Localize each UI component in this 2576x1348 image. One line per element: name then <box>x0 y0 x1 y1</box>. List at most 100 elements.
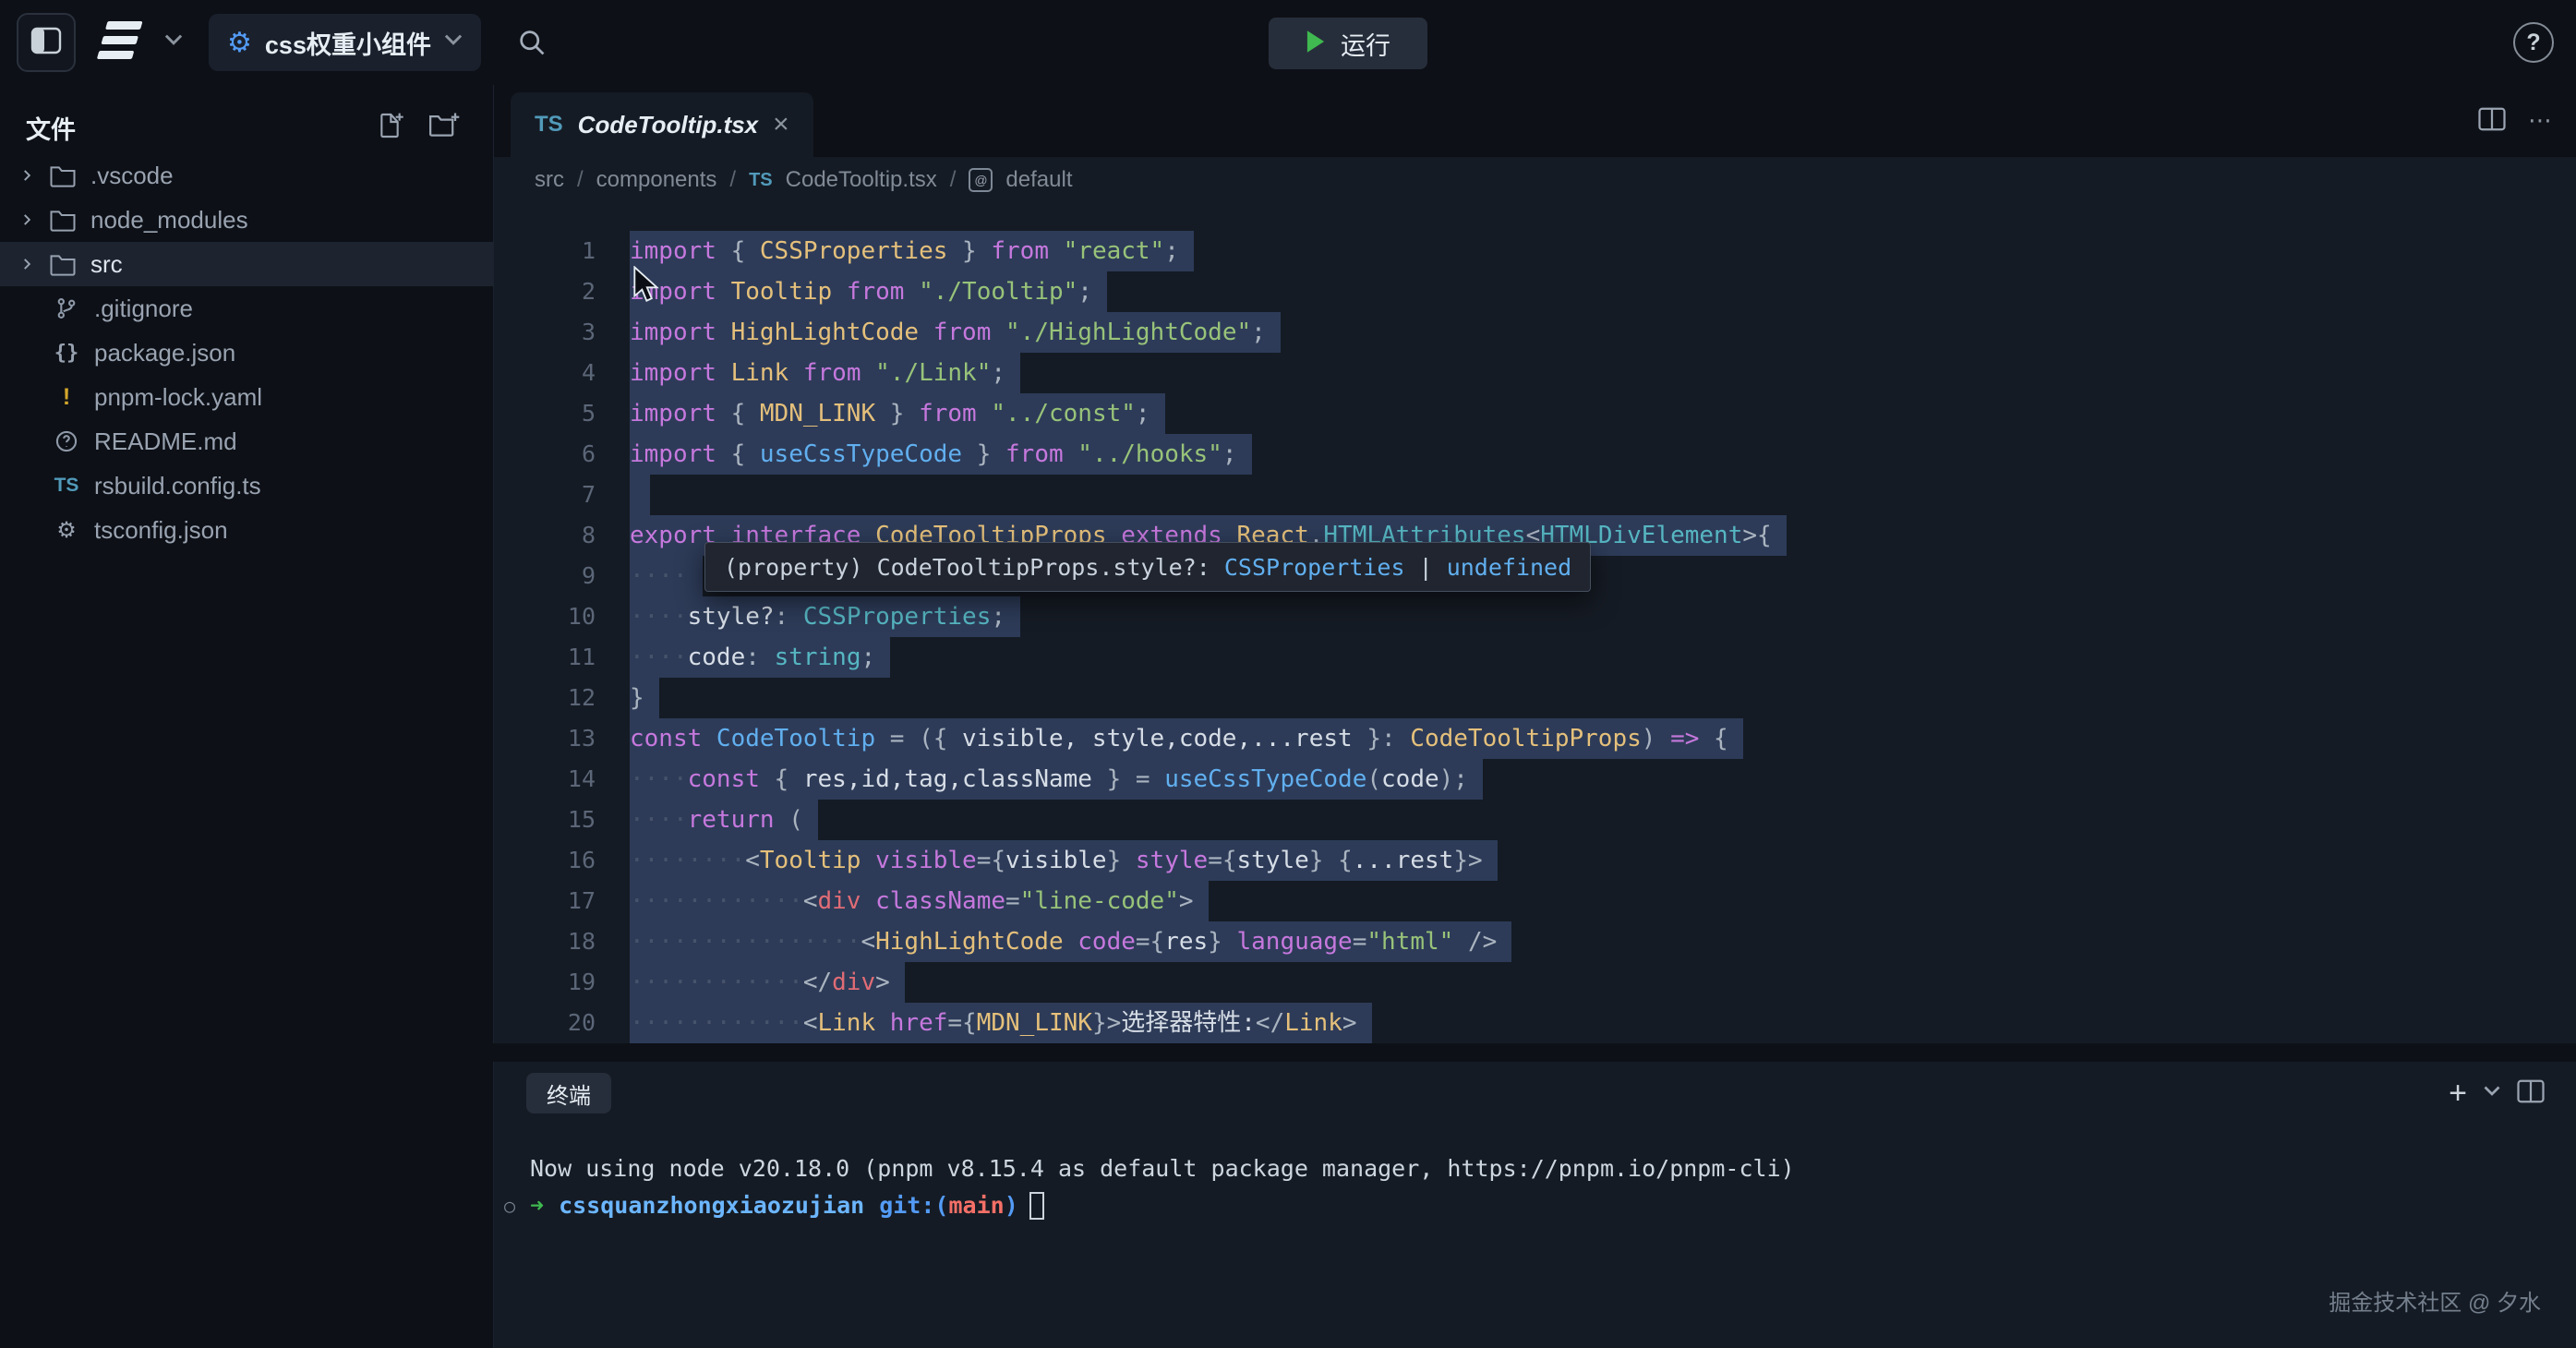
breadcrumb-separator: / <box>729 167 736 193</box>
split-editor-button[interactable] <box>2478 107 2506 136</box>
code-line-17[interactable]: ············<div className="line-code"> <box>630 881 1787 921</box>
mouse-cursor-icon <box>632 266 660 309</box>
tree-item-tsconfig.json[interactable]: ⚙tsconfig.json <box>0 508 493 552</box>
chevron-down-icon <box>2484 1085 2500 1101</box>
tree-item-label: .vscode <box>90 162 174 190</box>
line-number: 2 <box>494 271 596 312</box>
git-icon <box>50 296 83 320</box>
code-line-13[interactable]: const CodeTooltip = ({ visible, style,co… <box>630 718 1787 759</box>
tree-item-label: src <box>90 250 123 279</box>
more-actions-button[interactable]: ⋯ <box>2528 107 2552 135</box>
tree-item-src[interactable]: src <box>0 242 493 286</box>
app-logo-icon <box>92 17 151 69</box>
play-icon <box>1306 30 1326 58</box>
terminal-dropdown-button[interactable] <box>2484 1085 2500 1101</box>
tree-item-.vscode[interactable]: .vscode <box>0 153 493 198</box>
tree-item-label: node_modules <box>90 206 248 235</box>
terminal-tab[interactable]: 终端 <box>526 1073 611 1113</box>
help-button[interactable]: ? <box>2513 22 2554 63</box>
code-line-19[interactable]: ············</div> <box>630 962 1787 1003</box>
terminal-content[interactable]: Now using node v20.18.0 (pnpm v8.15.4 as… <box>530 1150 1795 1224</box>
project-name: css权重小组件 <box>265 25 431 61</box>
typescript-icon: TS <box>749 170 773 191</box>
editor-pane: TS CodeTooltip.tsx × ⋯ src / components … <box>493 85 2576 1043</box>
code-content[interactable]: import { CSSProperties } from "react";im… <box>630 231 1787 1043</box>
breadcrumb-separator: / <box>950 167 957 193</box>
code-line-4[interactable]: import Link from "./Link"; <box>630 353 1787 393</box>
line-number: 20 <box>494 1003 596 1043</box>
folder-icon <box>46 253 79 276</box>
search-icon <box>516 46 548 62</box>
line-number: 12 <box>494 678 596 718</box>
project-selector[interactable]: ⚙ css权重小组件 <box>209 14 481 71</box>
hover-tooltip: (property) CodeTooltipProps.style?: CSSP… <box>704 542 1591 592</box>
code-line-10[interactable]: ····style?: CSSProperties; <box>630 596 1787 637</box>
line-number: 13 <box>494 718 596 759</box>
code-line-15[interactable]: ····return ( <box>630 800 1787 840</box>
braces-icon: {} <box>50 342 83 365</box>
new-file-button[interactable] <box>375 111 404 145</box>
split-editor-icon <box>2478 119 2506 135</box>
tree-item-label: rsbuild.config.ts <box>94 472 261 500</box>
split-terminal-button[interactable] <box>2517 1079 2545 1108</box>
code-line-2[interactable]: import Tooltip from "./Tooltip"; <box>630 271 1787 312</box>
prompt-cwd: cssquanzhongxiaozujian <box>559 1187 864 1224</box>
code-line-1[interactable]: import { CSSProperties } from "react"; <box>630 231 1787 271</box>
tree-item-label: pnpm-lock.yaml <box>94 383 262 412</box>
chevron-right-icon <box>18 167 46 184</box>
warn-icon: ! <box>50 384 83 411</box>
prompt-arrow: ➜ <box>530 1187 544 1224</box>
watermark: 掘金技术社区 @ 夕水 <box>2329 1284 2541 1317</box>
status-circle-icon: ○ <box>504 1187 515 1224</box>
terminal-prompt-line: ○ ➜ cssquanzhongxiaozujian git:(main) <box>530 1187 1795 1224</box>
symbol-icon: @ <box>969 168 993 192</box>
tree-item-.gitignore[interactable]: .gitignore <box>0 286 493 331</box>
breadcrumb-src[interactable]: src <box>535 167 564 193</box>
breadcrumb-symbol-default[interactable]: default <box>1005 167 1072 193</box>
new-folder-button[interactable] <box>428 111 460 145</box>
prompt-git-suffix: ) <box>1005 1187 1018 1224</box>
code-line-11[interactable]: ····code: string; <box>630 637 1787 678</box>
line-number: 16 <box>494 840 596 881</box>
line-number: 9 <box>494 556 596 596</box>
gear-icon: ⚙ <box>50 517 83 543</box>
code-line-14[interactable]: ····const { res,id,tag,className } = use… <box>630 759 1787 800</box>
search-button[interactable] <box>515 27 548 60</box>
app-logo-menu[interactable] <box>92 18 183 66</box>
line-number: 3 <box>494 312 596 353</box>
close-icon[interactable]: × <box>773 111 789 138</box>
code-line-7[interactable] <box>630 475 1787 515</box>
sidebar-toggle-button[interactable] <box>17 13 76 72</box>
line-number: 19 <box>494 962 596 1003</box>
tab-codetooltip[interactable]: TS CodeTooltip.tsx × <box>511 92 813 157</box>
code-line-12[interactable]: } <box>630 678 1787 718</box>
line-number-gutter: 1234567891011121314151617181920 <box>494 231 596 1043</box>
code-line-6[interactable]: import { useCssTypeCode } from "../hooks… <box>630 434 1787 475</box>
tree-item-package.json[interactable]: {}package.json <box>0 331 493 375</box>
terminal-panel: 终端 + Now using node v20.18.0 (pnpm v8.15… <box>493 1062 2576 1348</box>
code-line-20[interactable]: ············<Link href={MDN_LINK}>选择器特性:… <box>630 1003 1787 1043</box>
panel-left-icon <box>30 27 62 59</box>
code-line-3[interactable]: import HighLightCode from "./HighLightCo… <box>630 312 1787 353</box>
line-number: 8 <box>494 515 596 556</box>
line-number: 15 <box>494 800 596 840</box>
breadcrumb-file[interactable]: CodeTooltip.tsx <box>786 167 937 193</box>
run-button[interactable]: 运行 <box>1269 18 1427 69</box>
terminal-output-line: Now using node v20.18.0 (pnpm v8.15.4 as… <box>530 1150 1795 1187</box>
code-line-5[interactable]: import { MDN_LINK } from "../const"; <box>630 393 1787 434</box>
tree-item-node_modules[interactable]: node_modules <box>0 198 493 242</box>
line-number: 4 <box>494 353 596 393</box>
tree-item-pnpm-lock.yaml[interactable]: ! pnpm-lock.yaml <box>0 375 493 419</box>
new-terminal-button[interactable]: + <box>2449 1077 2467 1109</box>
folder-icon <box>46 164 79 187</box>
code-line-16[interactable]: ········<Tooltip visible={visible} style… <box>630 840 1787 881</box>
code-area[interactable]: 1234567891011121314151617181920 import {… <box>494 203 2576 231</box>
typescript-icon: TS <box>535 112 563 138</box>
line-number: 5 <box>494 393 596 434</box>
split-terminal-icon <box>2517 1091 2545 1107</box>
code-line-18[interactable]: ················<HighLightCode code={res… <box>630 921 1787 962</box>
tree-item-README.md[interactable]: README.md <box>0 419 493 463</box>
explorer-header: 文件 <box>0 105 493 150</box>
breadcrumb-components[interactable]: components <box>596 167 717 193</box>
tree-item-rsbuild.config.ts[interactable]: TSrsbuild.config.ts <box>0 463 493 508</box>
